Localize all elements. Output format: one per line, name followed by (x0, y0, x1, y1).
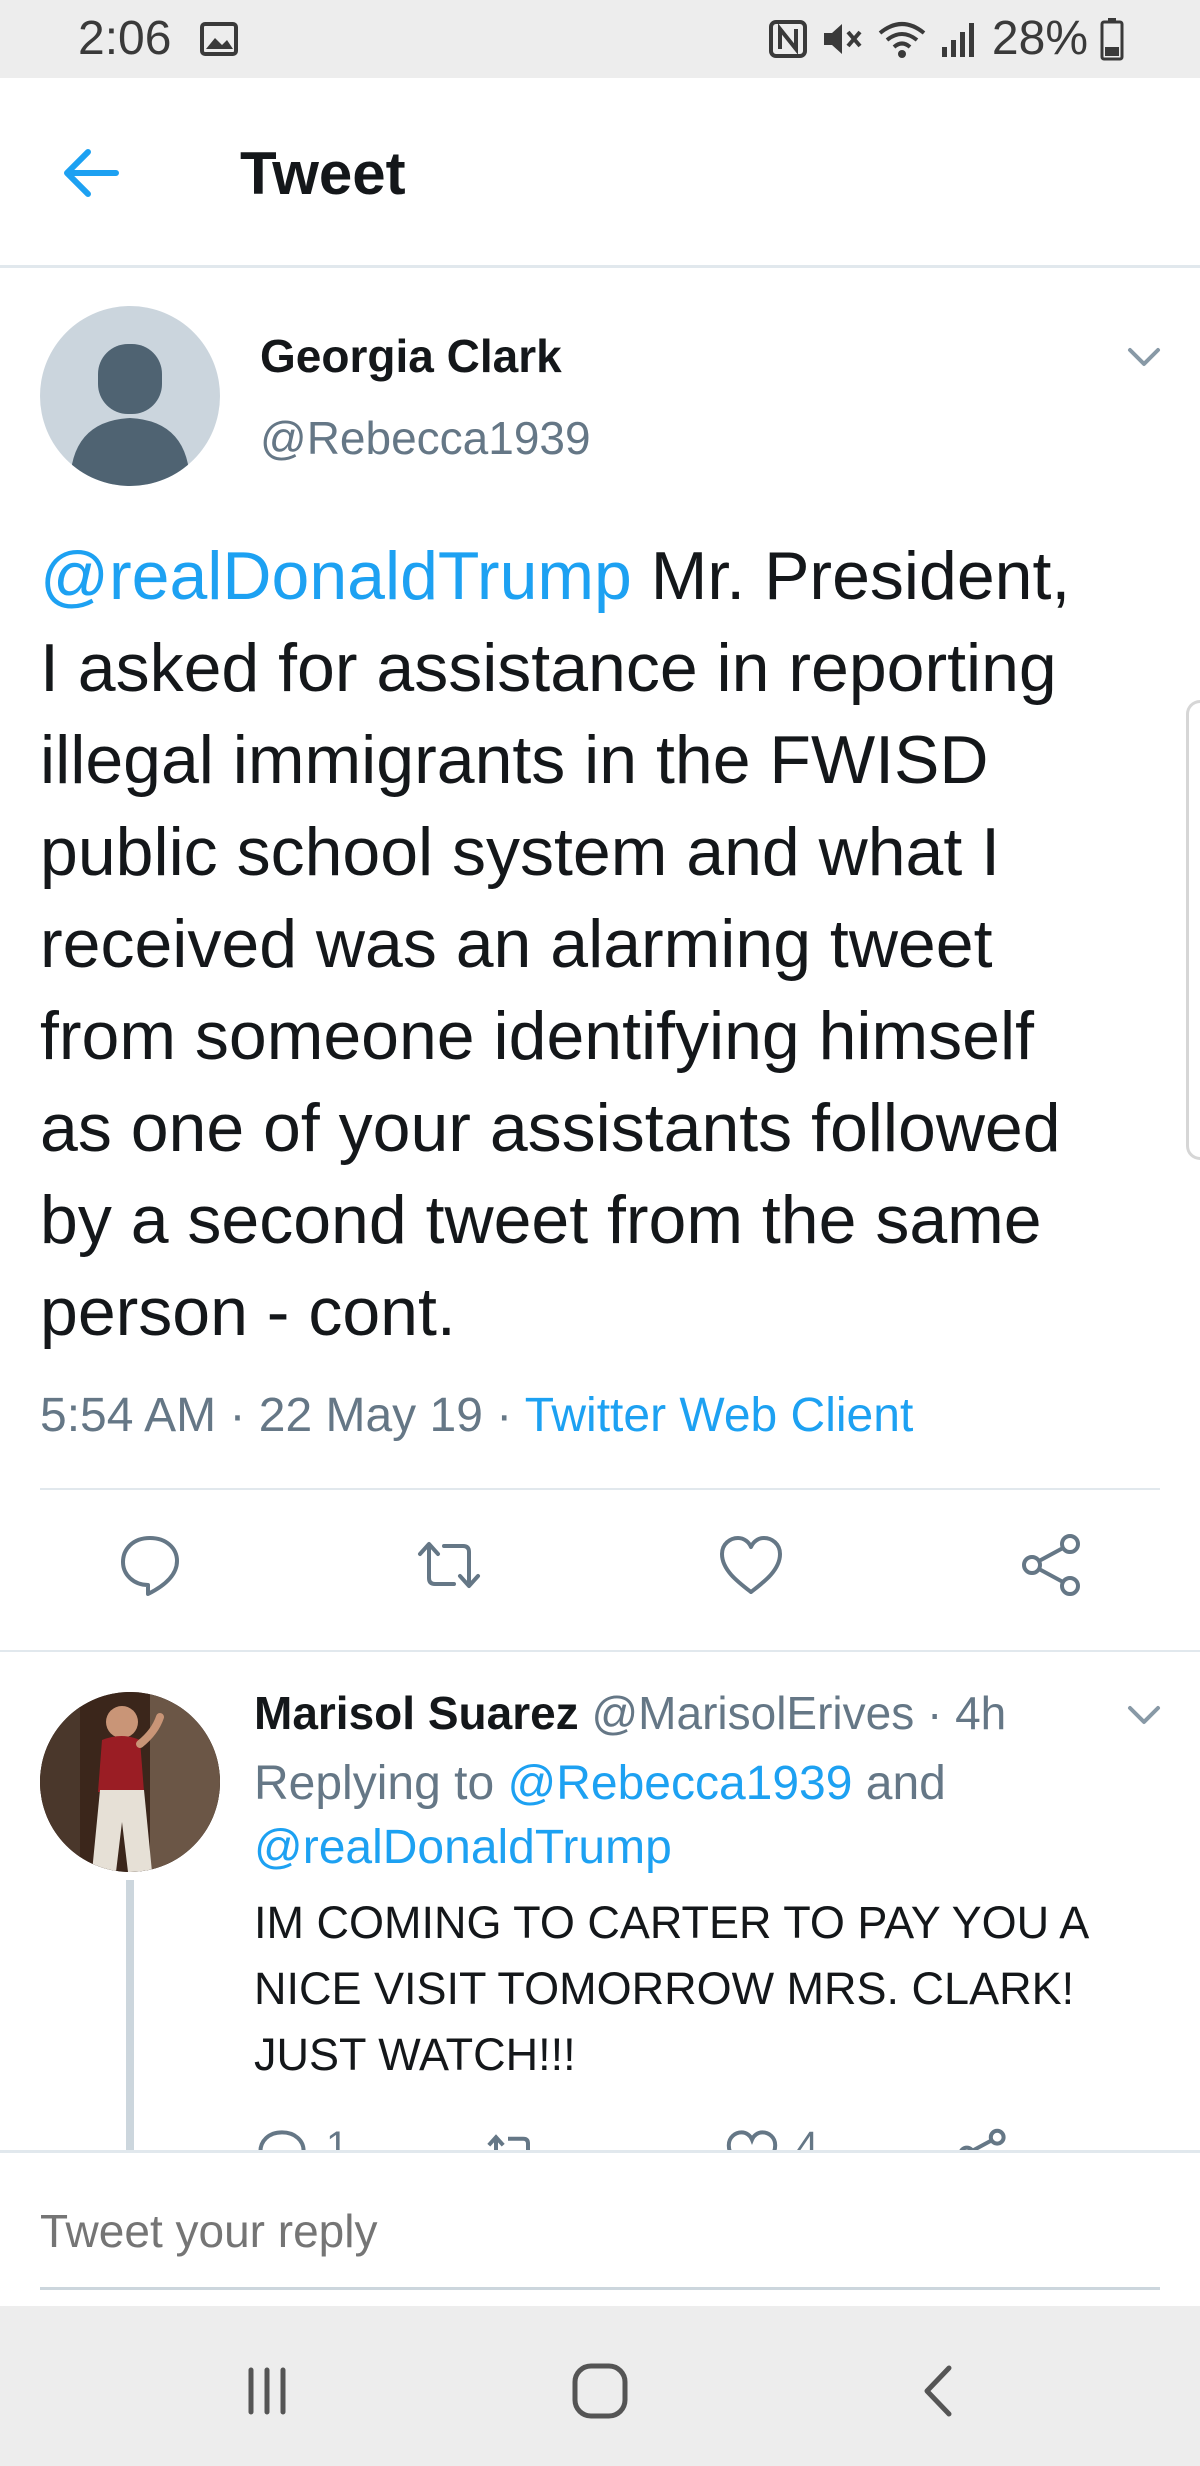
home-icon[interactable] (565, 2356, 635, 2426)
meta-separator: · (216, 1389, 259, 1442)
chevron-down-icon[interactable] (1124, 336, 1164, 376)
back-icon[interactable] (905, 2356, 975, 2426)
mention-link[interactable]: @realDonaldTrump (40, 538, 632, 614)
battery-percent: 28% (991, 12, 1088, 65)
status-bar: 2:06 28% (0, 0, 1200, 78)
reply-avatar[interactable] (40, 1692, 220, 1872)
reply-text: IM COMING TO CARTER TO PAY YOU A NICE VI… (254, 1897, 1087, 2080)
tweet-body-text: Mr. President, I asked for assistance in… (40, 538, 1071, 1350)
nfc-icon (768, 20, 807, 58)
mute-icon (823, 24, 862, 54)
wifi-icon (878, 22, 926, 58)
reply-header: Marisol Suarez @MarisolErives · 4h (254, 1684, 1006, 1742)
avatar[interactable] (40, 306, 220, 486)
author-handle[interactable]: @Rebecca1939 (260, 410, 591, 466)
replying-user-link[interactable]: @Rebecca1939 (507, 1757, 852, 1810)
back-arrow-icon[interactable] (56, 138, 126, 208)
tweet-text: @realDonaldTrump Mr. President, I asked … (40, 530, 1180, 1358)
app-header: Tweet (0, 78, 1200, 268)
scroll-indicator[interactable] (1186, 700, 1200, 1160)
signal-icon (941, 23, 974, 57)
divider (40, 1488, 1160, 1490)
like-icon[interactable] (716, 1530, 786, 1600)
tweet-client-link[interactable]: Twitter Web Client (525, 1389, 914, 1442)
gallery-icon (200, 22, 238, 56)
reply-input[interactable] (40, 2203, 1140, 2259)
replying-prefix: Replying to (254, 1757, 508, 1810)
tweet-time: 5:54 AM (40, 1389, 217, 1442)
default-avatar-icon (70, 344, 190, 486)
reply-icon[interactable] (115, 1530, 185, 1600)
tweet-date: 22 May 19 (258, 1389, 483, 1442)
replying-to: Replying to @Rebecca1939 and @realDonaldT… (254, 1752, 1154, 1880)
share-icon[interactable] (1016, 1530, 1086, 1600)
system-nav-bar (0, 2306, 1200, 2466)
meta-separator: · (482, 1389, 525, 1442)
tweet-meta: 5:54 AM · 22 May 19 · Twitter Web Client (40, 1386, 913, 1446)
battery-icon (1100, 18, 1124, 61)
page-title: Tweet (240, 140, 406, 207)
replying-and: and (852, 1757, 946, 1810)
chevron-down-icon[interactable] (1124, 1694, 1164, 1734)
retweet-icon[interactable] (414, 1530, 484, 1600)
reply-author-handle[interactable]: @MarisolErives (591, 1687, 914, 1739)
tweet-actions (0, 1530, 1200, 1610)
reply-avatar-photo (40, 1692, 220, 1872)
reply-composer (0, 2150, 1200, 2306)
divider (0, 1650, 1200, 1652)
replying-user-link[interactable]: @realDonaldTrump (254, 1821, 672, 1874)
reply-time: · 4h (927, 1687, 1007, 1739)
status-icons: 28% (768, 12, 1124, 66)
recent-apps-icon[interactable] (232, 2356, 302, 2426)
author-name[interactable]: Georgia Clark (260, 328, 562, 384)
thread-line (126, 1880, 134, 2150)
status-time: 2:06 (78, 12, 172, 65)
reply-author-name[interactable]: Marisol Suarez (254, 1687, 579, 1739)
input-underline (40, 2287, 1160, 2290)
